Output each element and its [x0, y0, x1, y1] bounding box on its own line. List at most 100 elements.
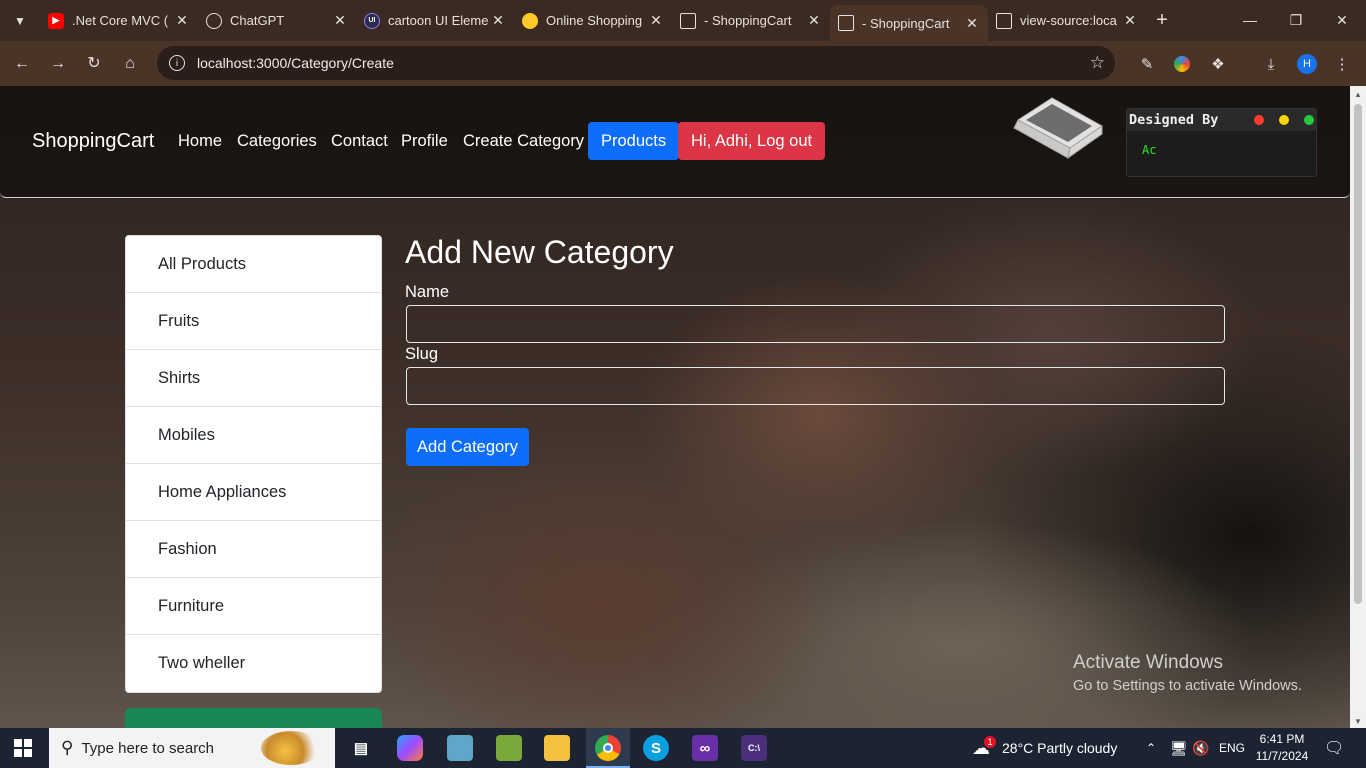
- terminal-text: Ac: [1142, 143, 1157, 157]
- brand-link[interactable]: ShoppingCart: [32, 130, 154, 153]
- weather-text: 28°C Partly cloudy: [1002, 740, 1118, 756]
- tab-title: cartoon UI Eleme: [388, 13, 489, 28]
- clock-time: 6:41 PM: [1259, 732, 1305, 746]
- designed-by-terminal: Designed By Ac: [1126, 108, 1317, 177]
- yellow-dot-icon: [1279, 115, 1289, 125]
- scroll-down-icon[interactable]: ▼: [1354, 717, 1362, 726]
- site-info-icon[interactable]: i: [169, 55, 185, 71]
- uiverse-icon: UI: [364, 12, 380, 29]
- tab-title: - ShoppingCart: [704, 13, 792, 28]
- task-view-icon[interactable]: ▤: [348, 735, 374, 761]
- close-window-icon[interactable]: ✕: [1324, 8, 1360, 32]
- snipping-tool-icon[interactable]: [496, 735, 522, 761]
- scrollbar-thumb[interactable]: [1354, 104, 1362, 604]
- skype-icon[interactable]: S: [643, 735, 669, 761]
- slug-input[interactable]: [406, 367, 1225, 405]
- clock-date: 11/7/2024: [1255, 749, 1309, 763]
- logout-button[interactable]: Hi, Adhi, Log out: [678, 122, 826, 160]
- close-tab-icon[interactable]: ✕: [648, 12, 664, 29]
- sidebar-item-all-products[interactable]: All Products: [126, 236, 381, 293]
- file-explorer-icon[interactable]: [544, 735, 570, 761]
- app-icon[interactable]: [447, 735, 473, 761]
- youtube-icon: ▶: [48, 12, 64, 29]
- nav-contact[interactable]: Contact: [331, 132, 388, 151]
- back-arrow-icon[interactable]: ←: [9, 51, 35, 77]
- name-label: Name: [405, 283, 450, 301]
- close-tab-icon[interactable]: ✕: [490, 12, 506, 29]
- tab-title: view-source:loca: [1020, 13, 1117, 28]
- scroll-up-icon[interactable]: ▲: [1354, 90, 1362, 99]
- browser-tab[interactable]: ChatGPT ✕: [198, 6, 356, 35]
- green-panel: [125, 708, 382, 728]
- browser-tab[interactable]: - ShoppingCart ✕: [672, 6, 830, 35]
- home-icon[interactable]: ⌂: [117, 51, 143, 77]
- nav-home[interactable]: Home: [178, 132, 222, 151]
- sidebar-item-two-wheller[interactable]: Two wheller: [126, 635, 381, 692]
- browser-tab[interactable]: UI cartoon UI Eleme ✕: [356, 6, 514, 35]
- weather-widget[interactable]: ☁ 1 28°C Partly cloudy: [972, 728, 1117, 768]
- red-dot-icon: [1254, 115, 1264, 125]
- page-scrollbar[interactable]: ▲ ▼: [1350, 86, 1366, 728]
- eyedropper-icon[interactable]: ✎: [1135, 52, 1159, 76]
- reload-icon[interactable]: ↻: [81, 51, 107, 77]
- tab-search-chevron-icon[interactable]: ▼: [6, 8, 34, 34]
- restore-icon[interactable]: ❐: [1278, 8, 1314, 32]
- sidebar-item-shirts[interactable]: Shirts: [126, 350, 381, 407]
- search-highlight-fruit-icon: [261, 731, 321, 765]
- green-dot-icon: [1304, 115, 1314, 125]
- extensions-puzzle-icon[interactable]: ❖: [1206, 52, 1230, 76]
- profile-avatar[interactable]: H: [1295, 52, 1319, 76]
- system-clock[interactable]: 6:41 PM 11/7/2024: [1254, 731, 1310, 765]
- close-tab-icon[interactable]: ✕: [1122, 12, 1138, 29]
- terminal-app-icon[interactable]: C:\: [741, 735, 767, 761]
- weather-badge: 1: [984, 735, 996, 748]
- tab-title: .Net Core MVC (: [72, 13, 169, 28]
- download-icon[interactable]: ⤓: [1259, 52, 1283, 76]
- menu-kebab-icon[interactable]: ⋮: [1330, 52, 1354, 76]
- network-icon[interactable]: 🖥: [1170, 728, 1188, 768]
- language-indicator[interactable]: ENG: [1219, 728, 1245, 768]
- browser-tabstrip: ▼ ▶ .Net Core MVC ( ✕ ChatGPT ✕ UI carto…: [0, 0, 1366, 41]
- sidebar-item-fashion[interactable]: Fashion: [126, 521, 381, 578]
- sidebar-item-home-appliances[interactable]: Home Appliances: [126, 464, 381, 521]
- activate-windows-watermark: Activate Windows Go to Settings to activ…: [1073, 652, 1302, 694]
- visual-studio-icon[interactable]: ∞: [692, 735, 718, 761]
- sidebar-item-furniture[interactable]: Furniture: [126, 578, 381, 635]
- forward-arrow-icon[interactable]: →: [45, 51, 71, 77]
- terminal-titlebar: Designed By: [1127, 109, 1316, 131]
- close-tab-icon[interactable]: ✕: [174, 12, 190, 29]
- minimize-icon[interactable]: —: [1232, 8, 1268, 32]
- extension-colorful-icon[interactable]: [1170, 52, 1194, 76]
- nav-create-category[interactable]: Create Category: [463, 132, 584, 151]
- close-tab-icon[interactable]: ✕: [964, 15, 980, 32]
- browser-tab-active[interactable]: - ShoppingCart ✕: [830, 5, 988, 41]
- page-icon: [680, 12, 696, 29]
- browser-tab[interactable]: ▶ .Net Core MVC ( ✕: [40, 6, 198, 35]
- new-tab-plus-icon[interactable]: +: [1151, 9, 1173, 31]
- terminal-title: Designed By: [1129, 112, 1219, 128]
- nav-categories[interactable]: Categories: [237, 132, 317, 151]
- close-tab-icon[interactable]: ✕: [332, 12, 348, 29]
- category-sidebar: All Products Fruits Shirts Mobiles Home …: [125, 235, 382, 693]
- address-bar[interactable]: i localhost:3000/Category/Create ☆: [157, 46, 1115, 80]
- watermark-title: Activate Windows: [1073, 652, 1223, 673]
- sidebar-item-fruits[interactable]: Fruits: [126, 293, 381, 350]
- close-tab-icon[interactable]: ✕: [806, 12, 822, 29]
- name-input[interactable]: [406, 305, 1225, 343]
- copilot-icon[interactable]: [397, 735, 423, 761]
- sidebar-item-mobiles[interactable]: Mobiles: [126, 407, 381, 464]
- nav-profile[interactable]: Profile: [401, 132, 448, 151]
- browser-tab[interactable]: view-source:loca ✕: [988, 6, 1146, 35]
- volume-muted-icon[interactable]: 🔇: [1192, 728, 1209, 768]
- slug-label: Slug: [405, 345, 439, 363]
- watermark-subtitle: Go to Settings to activate Windows.: [1073, 678, 1302, 694]
- nav-products-button[interactable]: Products: [588, 122, 680, 160]
- browser-tab[interactable]: Online Shopping ✕: [514, 6, 672, 35]
- taskbar-search-box[interactable]: ⚲ Type here to search: [49, 728, 335, 768]
- tray-chevron-icon[interactable]: ⌃: [1146, 728, 1156, 768]
- notification-icon[interactable]: 🗨: [1324, 728, 1344, 768]
- bookmark-star-icon[interactable]: ☆: [1090, 53, 1105, 73]
- add-category-button[interactable]: Add Category: [406, 428, 529, 466]
- windows-start-icon[interactable]: [14, 739, 32, 757]
- chrome-taskbar-item[interactable]: [586, 728, 630, 768]
